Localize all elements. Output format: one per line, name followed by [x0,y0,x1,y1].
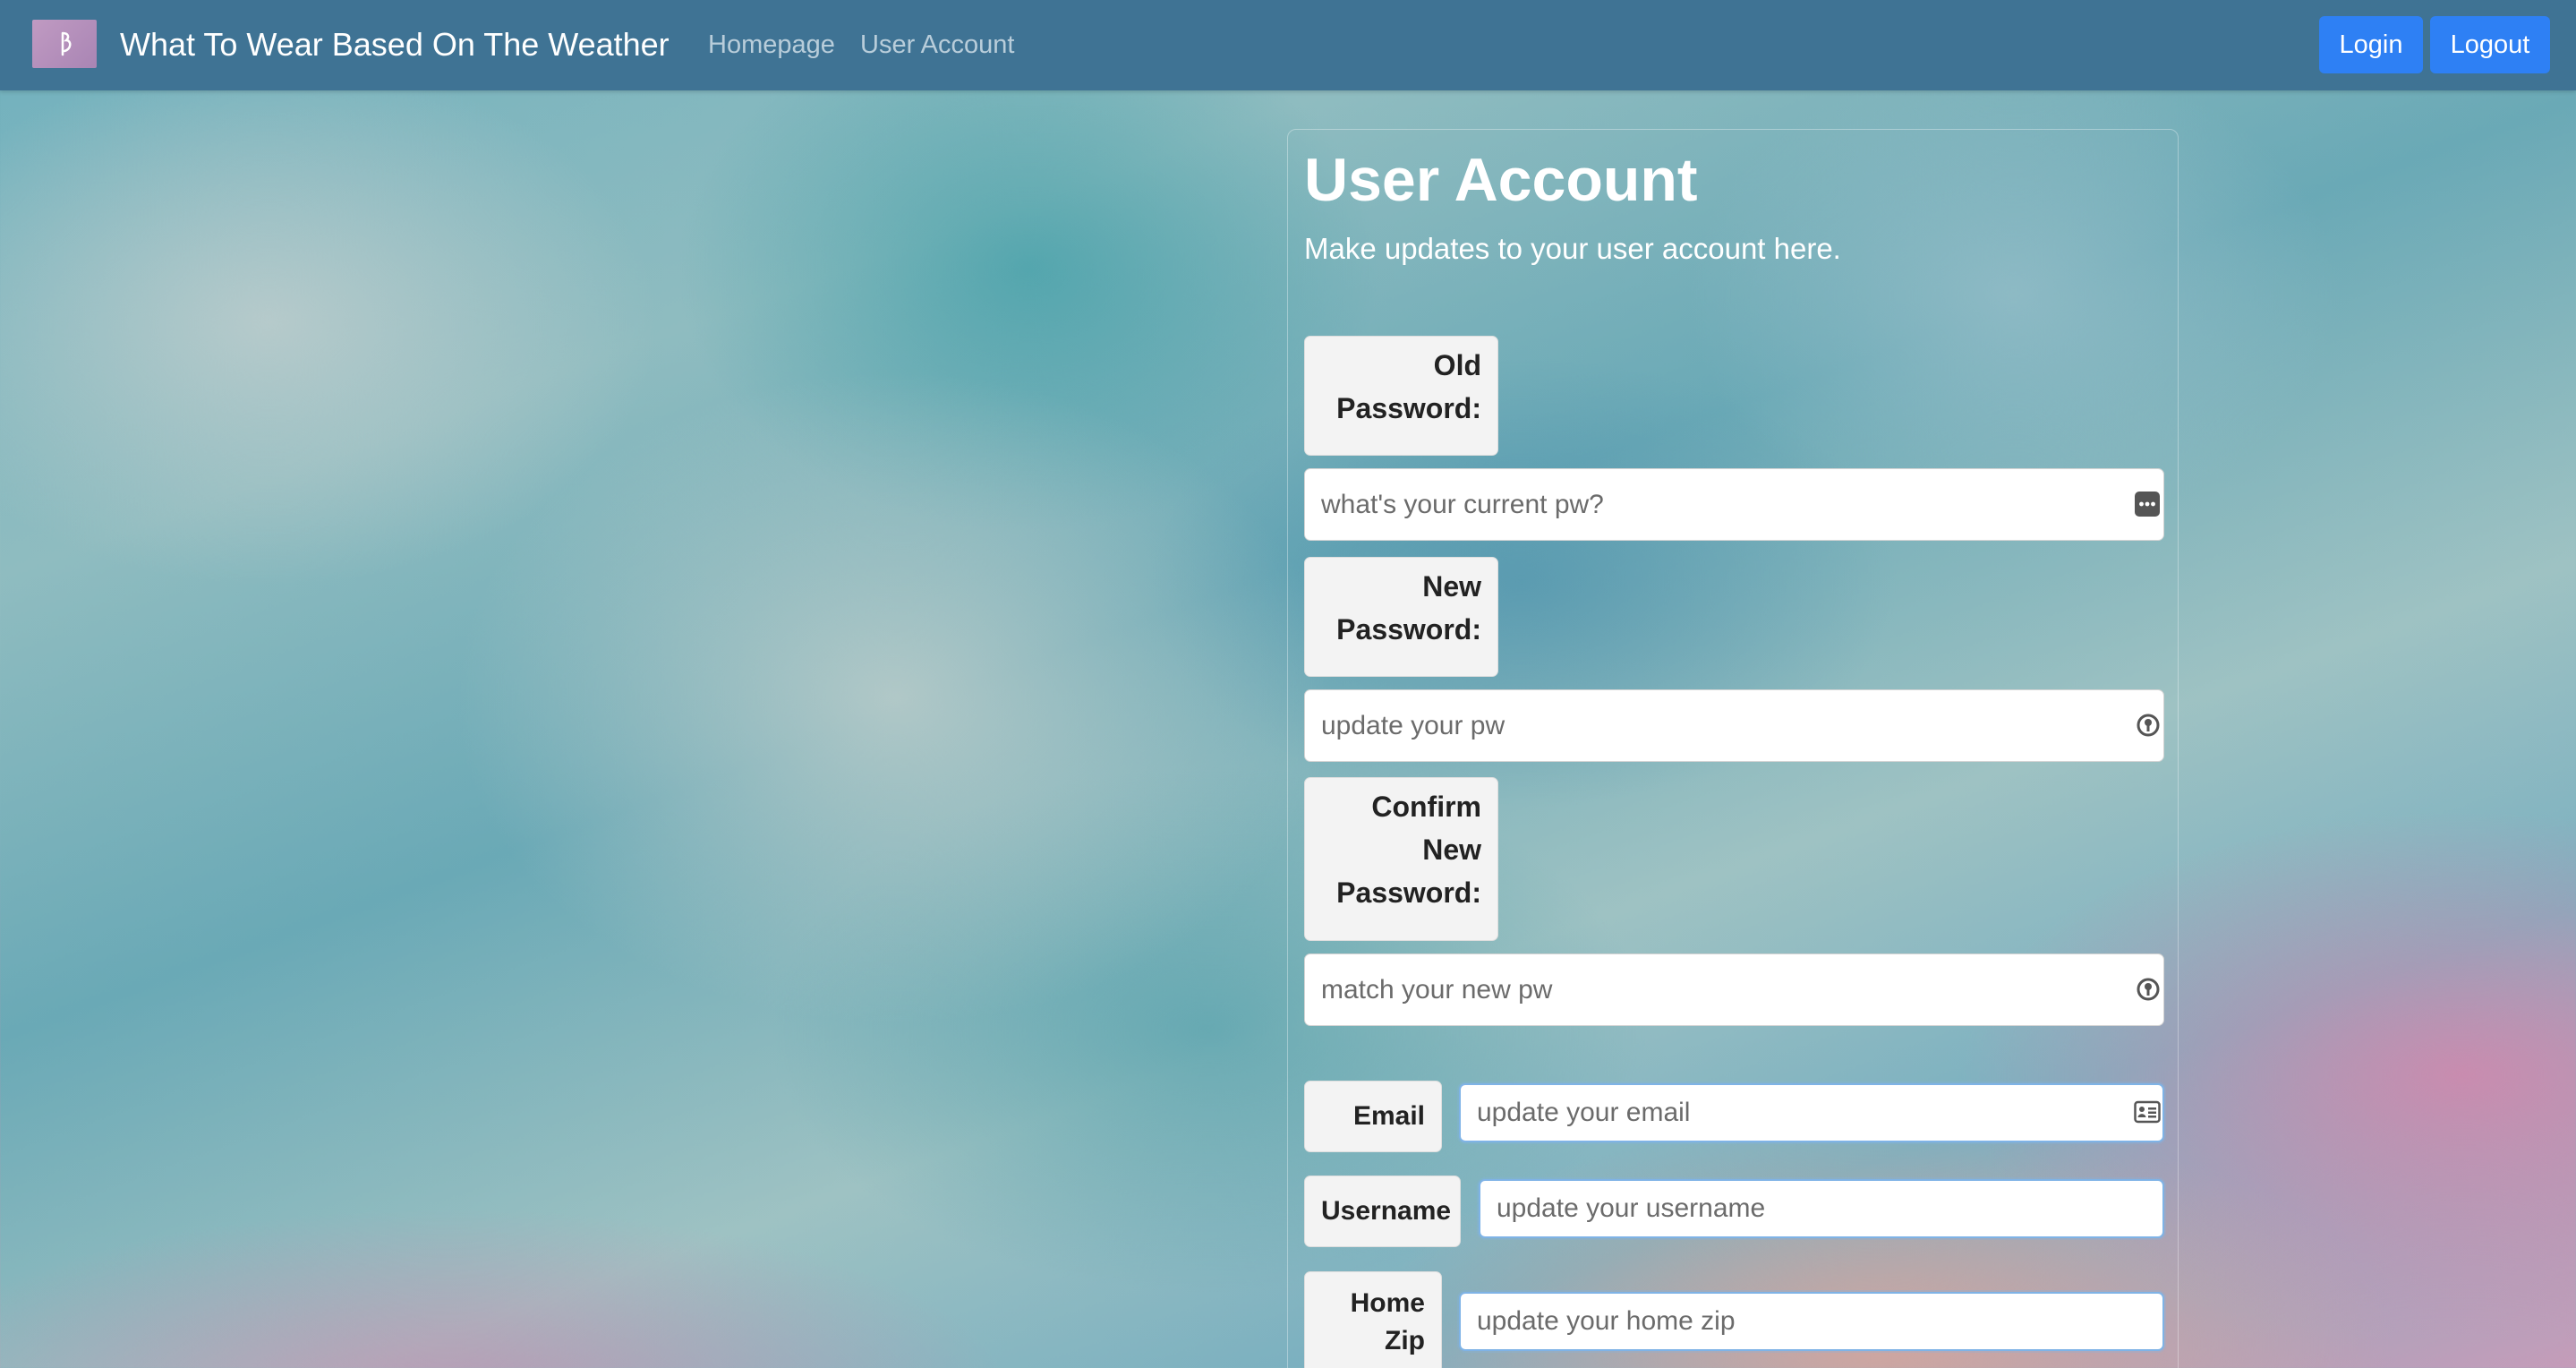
username-input[interactable] [1479,1179,2164,1238]
old-password-label: Old Password: [1304,336,1498,456]
contact-card-icon[interactable] [2134,1100,2161,1124]
email-input[interactable] [1459,1083,2164,1142]
key-icon[interactable] [2135,976,2162,1003]
logo-icon [61,31,72,56]
old-password-input[interactable] [1304,468,2164,541]
nav-link-user-account[interactable]: User Account [860,27,1014,63]
nav-link-homepage[interactable]: Homepage [708,27,835,63]
login-button[interactable]: Login [2319,16,2423,73]
new-password-input[interactable] [1304,689,2164,762]
brand-logo[interactable] [32,20,97,68]
confirm-password-input[interactable] [1304,953,2164,1026]
brand-title[interactable]: What To Wear Based On The Weather [120,23,670,66]
email-label: Email [1304,1081,1442,1152]
home-zip-label: Home Zip [1304,1271,1442,1368]
key-icon[interactable] [2135,712,2162,739]
home-zip-input[interactable] [1459,1292,2164,1351]
page-title: User Account [1304,146,1698,214]
username-label: Username [1304,1176,1461,1247]
page-subtitle: Make updates to your user account here. [1304,232,1841,265]
new-password-label: New Password: [1304,557,1498,677]
top-navbar: What To Wear Based On The Weather Homepa… [0,0,2576,90]
confirm-password-label: Confirm New Password: [1304,777,1498,941]
password-dots-icon[interactable] [2134,491,2161,517]
logout-button[interactable]: Logout [2430,16,2550,73]
